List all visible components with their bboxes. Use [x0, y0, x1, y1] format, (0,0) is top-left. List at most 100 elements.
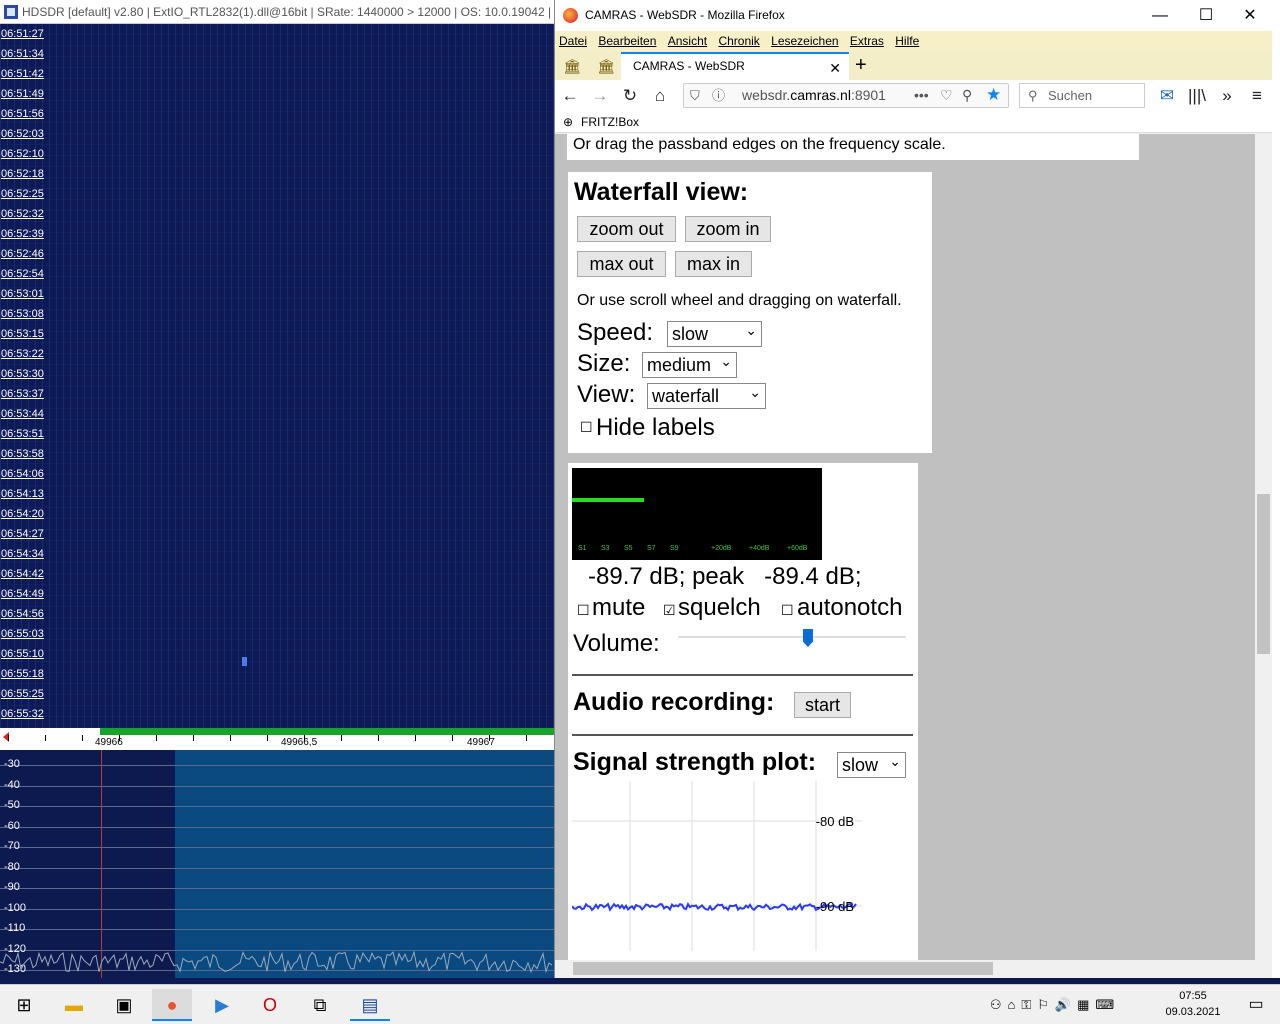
- hamburger-menu-icon[interactable]: ≡: [1245, 84, 1269, 108]
- frequency-tick: [45, 735, 46, 741]
- mail-notification-icon[interactable]: ✉: [1155, 84, 1179, 108]
- library-icon[interactable]: |||\: [1185, 84, 1209, 108]
- squelch-label: squelch: [678, 594, 761, 621]
- menu-bearbeiten[interactable]: Bearbeiten: [594, 31, 660, 51]
- close-window-button[interactable]: ✕: [1227, 0, 1273, 31]
- hdsdr-spectrum[interactable]: -30 -40 -50 -60 -70 -80 -90 -100 -110 -120 -130: [0, 750, 554, 978]
- frequency-tick: [8, 735, 9, 741]
- search-input[interactable]: ⚲ Suchen: [1019, 83, 1145, 108]
- waterfall-time-label: 06:55:03: [1, 628, 44, 640]
- waterfall-time-label: 06:53:15: [1, 328, 44, 340]
- overflow-chevron-icon[interactable]: »: [1215, 84, 1239, 108]
- menu-hilfe[interactable]: Hilfe: [891, 31, 923, 51]
- maximize-button[interactable]: ☐: [1183, 0, 1229, 31]
- bookmark-star-icon[interactable]: ★: [986, 83, 1001, 106]
- menu-extras[interactable]: Extras: [846, 31, 888, 51]
- waterfall-time-label: 06:53:44: [1, 408, 44, 420]
- vertical-scrollbar[interactable]: [1255, 134, 1272, 960]
- opera-icon[interactable]: O: [250, 989, 290, 1021]
- frequency-tick: [82, 735, 83, 741]
- plot-label-90: -90 dB: [816, 899, 854, 914]
- vertical-scroll-thumb[interactable]: [1257, 494, 1270, 654]
- spectrum-db-label: -60: [4, 819, 20, 832]
- url-suffix: :8901: [850, 87, 886, 103]
- notification-icon[interactable]: ▭: [1236, 989, 1276, 1021]
- menu-lesezeichen[interactable]: Lesezeichen: [767, 31, 842, 51]
- hide-labels-checkbox[interactable]: ☐: [580, 419, 593, 436]
- view-select[interactable]: waterfall: [647, 380, 766, 409]
- spectrum-gridline: [0, 847, 554, 848]
- recording-start-button[interactable]: start: [794, 692, 851, 718]
- pinned-tab-bank-icon[interactable]: 🏛: [557, 55, 587, 77]
- url-bar[interactable]: ⛉ ⓘ websdr.camras.nl:8901 ••• ♡ ⚲ ★: [683, 83, 1009, 108]
- frequency-tick: [230, 735, 231, 741]
- horizontal-scroll-thumb[interactable]: [573, 962, 993, 975]
- autonotch-checkbox[interactable]: ☐: [781, 602, 794, 619]
- size-select[interactable]: medium: [642, 349, 737, 378]
- volume-slider-thumb[interactable]: [802, 629, 813, 647]
- max-in-button[interactable]: max in: [675, 251, 752, 277]
- store-icon[interactable]: ▣: [104, 989, 144, 1021]
- waterfall-time-label: 06:52:54: [1, 268, 44, 280]
- waterfall-time-label: 06:54:06: [1, 468, 44, 480]
- home-icon[interactable]: ⌂: [648, 84, 672, 108]
- system-tray-icons[interactable]: ⚇⌂⚿⚐🔊▦⌨: [970, 989, 1140, 1021]
- menu-ansicht[interactable]: Ansicht: [664, 31, 711, 51]
- zoom-in-button[interactable]: zoom in: [685, 216, 771, 242]
- s-meter-tick: +20dB: [711, 545, 732, 552]
- speed-select[interactable]: slow: [667, 318, 762, 347]
- frequency-tick: [415, 735, 416, 741]
- hdsdr-taskbar-icon[interactable]: ▤: [350, 989, 390, 1021]
- shield-icon[interactable]: ⛉: [690, 84, 700, 107]
- waterfall-time-label: 06:53:22: [1, 348, 44, 360]
- info-icon[interactable]: ⓘ: [712, 84, 725, 107]
- horizontal-scrollbar[interactable]: [555, 960, 1255, 977]
- mute-label: mute: [592, 594, 646, 621]
- taskbar-clock[interactable]: 07:55 09.03.2021: [1160, 988, 1226, 1020]
- hdsdr-waterfall[interactable]: 06:51:27 06:51:34 06:51:42 06:51:49 06:51:56…: [0, 24, 554, 728]
- spectrum-db-label: -30: [4, 758, 20, 770]
- zoom-out-button[interactable]: zoom out: [577, 216, 676, 242]
- waterfall-time-label: 06:54:34: [1, 548, 44, 560]
- spectrum-gridline: [0, 765, 554, 766]
- freq-label-3: 49967: [467, 737, 495, 748]
- globe-icon: ⊕: [563, 115, 574, 129]
- snipping-tool-icon[interactable]: ⧉: [300, 989, 340, 1021]
- pocket-icon[interactable]: ♡: [940, 84, 953, 107]
- divider: [572, 674, 913, 676]
- volume-slider[interactable]: [678, 636, 906, 638]
- signal-plot-heading: Signal strength plot:: [573, 748, 817, 776]
- frequency-scale[interactable]: 49966 49966,5 49967: [0, 728, 554, 750]
- frequency-tick: [341, 735, 342, 741]
- squelch-checkbox[interactable]: ☑: [663, 602, 676, 619]
- forward-icon[interactable]: →: [588, 84, 612, 108]
- clock-time: 07:55: [1179, 990, 1207, 1002]
- windows-start-icon[interactable]: ⊞: [4, 989, 44, 1021]
- waterfall-noise: [0, 24, 554, 728]
- plot-speed-select[interactable]: slow: [837, 749, 906, 778]
- bookmark-fritzbox[interactable]: FRITZ!Box: [581, 115, 639, 129]
- minimize-button[interactable]: —: [1137, 0, 1183, 31]
- spectrum-gridline: [0, 785, 554, 787]
- tab-camras-websdr[interactable]: CAMRAS - WebSDR ✕: [621, 52, 849, 80]
- back-icon[interactable]: ←: [558, 84, 582, 108]
- firefox-taskbar-icon[interactable]: ●: [152, 989, 192, 1021]
- waterfall-time-label: 06:51:27: [1, 28, 44, 40]
- plot-label-80: -80 dB: [816, 814, 854, 829]
- tab-close-icon[interactable]: ✕: [829, 56, 841, 80]
- file-explorer-icon[interactable]: ▬: [54, 989, 94, 1021]
- max-out-button[interactable]: max out: [577, 251, 666, 277]
- zoom-search-icon[interactable]: ⚲: [962, 84, 972, 107]
- reload-icon[interactable]: ↻: [618, 84, 642, 108]
- menu-datei[interactable]: Datei: [555, 31, 591, 51]
- navigation-toolbar: ← → ↻ ⌂ ⛉ ⓘ websdr.camras.nl:8901 ••• ♡ …: [555, 80, 1273, 111]
- new-tab-button[interactable]: +: [855, 53, 867, 77]
- page-actions-icon[interactable]: •••: [914, 84, 929, 107]
- media-player-icon[interactable]: ▶: [202, 989, 242, 1021]
- mute-checkbox[interactable]: ☐: [577, 602, 590, 619]
- frequency-tick: [119, 735, 120, 741]
- s-meter-tick: S9: [670, 545, 679, 552]
- menu-chronik[interactable]: Chronik: [714, 31, 763, 51]
- spectrum-trace: [0, 950, 553, 974]
- pinned-tab-bank-icon-2[interactable]: 🏛: [591, 55, 621, 77]
